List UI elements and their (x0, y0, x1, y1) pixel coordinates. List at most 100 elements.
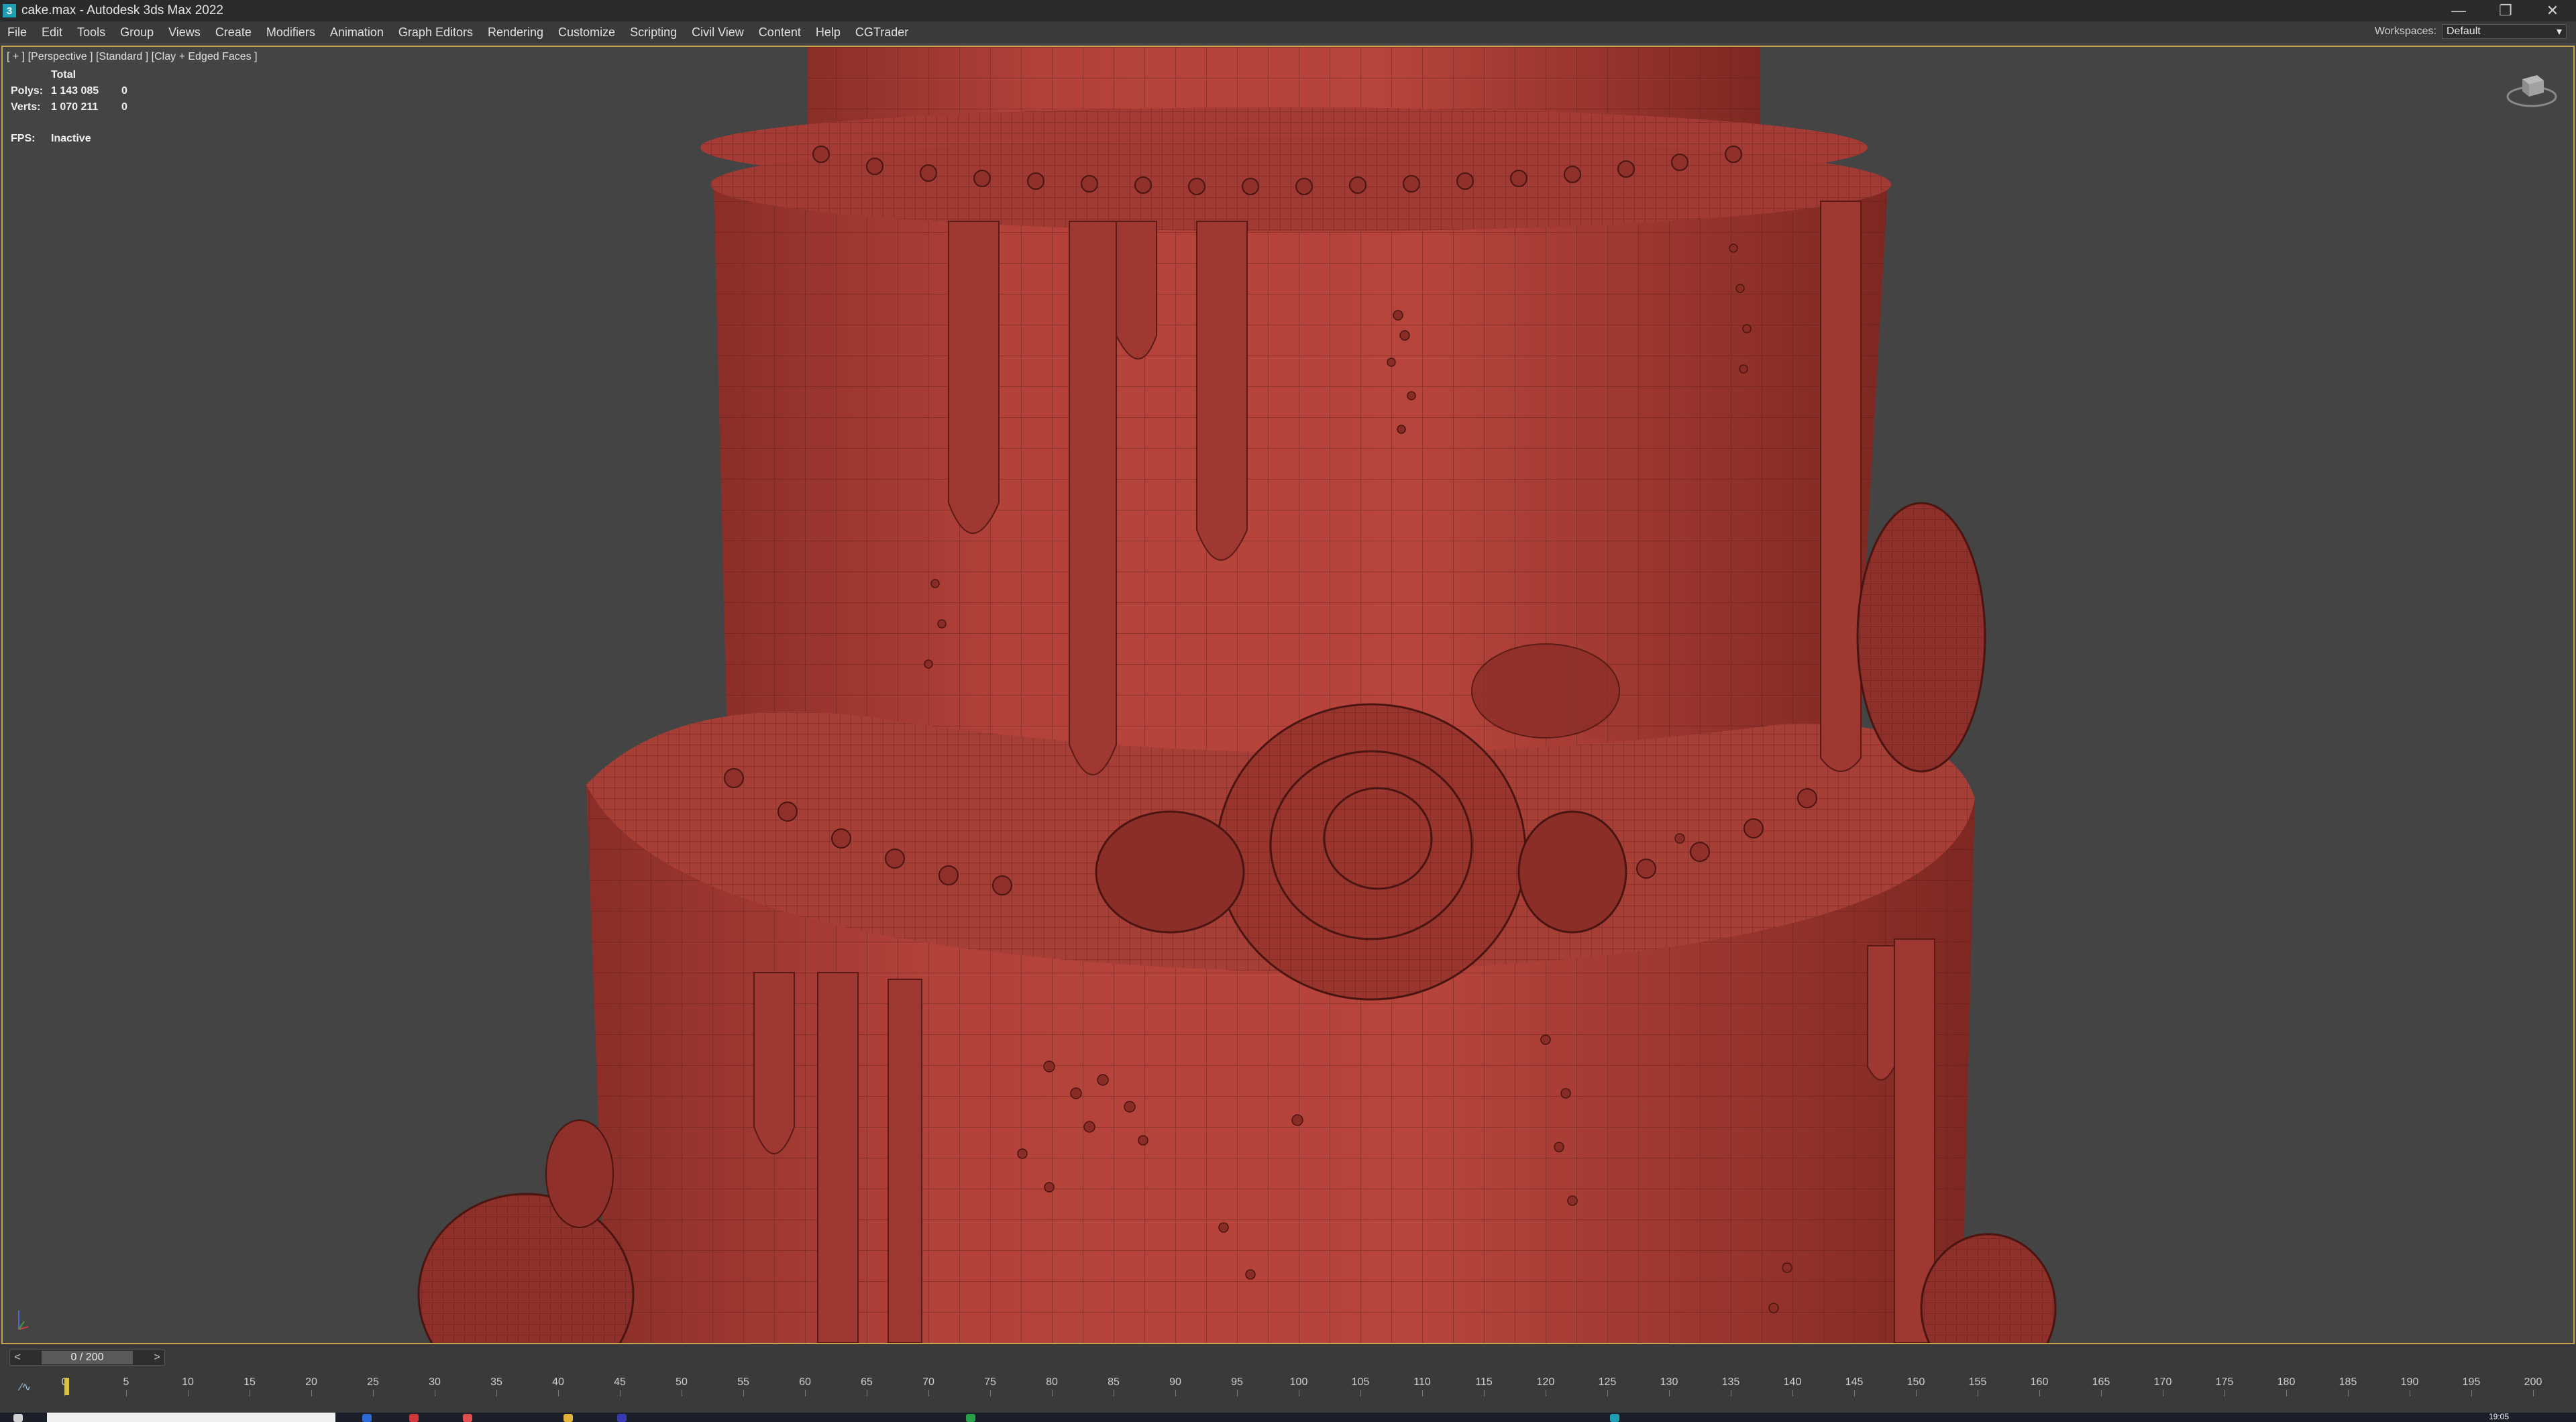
taskbar-app-icon[interactable] (463, 1414, 472, 1422)
time-slider-thumb[interactable]: 0 / 200 (42, 1351, 133, 1364)
frame-tick (2224, 1390, 2225, 1397)
window-title: cake.max - Autodesk 3ds Max 2022 (21, 3, 223, 17)
verts-value: 1 070 211 (51, 101, 99, 113)
rose-decoration-right (1856, 502, 1986, 773)
taskbar-app-icon[interactable] (966, 1414, 975, 1422)
menu-civil-view[interactable]: Civil View (684, 25, 751, 40)
frame-tick-label: 75 (984, 1376, 996, 1388)
menu-rendering[interactable]: Rendering (480, 25, 551, 40)
frame-tick (1360, 1390, 1361, 1397)
frame-tick (1237, 1390, 1238, 1397)
frame-tick-label: 180 (2277, 1376, 2296, 1388)
polys-value: 1 143 085 (51, 85, 99, 97)
stats-verts-row: Verts: 1 070 211 0 (11, 99, 127, 115)
frame-tick-label: 195 (2462, 1376, 2481, 1388)
frame-tick-label: 5 (123, 1376, 129, 1388)
menu-group[interactable]: Group (113, 25, 161, 40)
title-bar: 3 cake.max - Autodesk 3ds Max 2022 — ❐ ✕ (0, 0, 2576, 21)
frame-tick-label: 155 (1968, 1376, 1987, 1388)
perspective-viewport[interactable]: [ + ] [Perspective ] [Standard ] [Clay +… (1, 46, 2575, 1344)
minimize-button[interactable]: — (2435, 0, 2482, 21)
frame-tick-label: 80 (1046, 1376, 1058, 1388)
frame-tick (2101, 1390, 2102, 1397)
frame-tick-label: 150 (1907, 1376, 1925, 1388)
next-frame-button[interactable]: > (150, 1352, 164, 1364)
frame-tick-label: 90 (1169, 1376, 1181, 1388)
frame-tick (496, 1390, 497, 1397)
menu-modifiers[interactable]: Modifiers (259, 25, 323, 40)
axis-tripod-icon (18, 1311, 29, 1330)
menu-graph-editors[interactable]: Graph Editors (391, 25, 480, 40)
frame-tick-label: 85 (1108, 1376, 1120, 1388)
frame-tick-label: 170 (2153, 1376, 2172, 1388)
menu-content[interactable]: Content (751, 25, 808, 40)
frame-tick-label: 55 (737, 1376, 749, 1388)
menu-bar: File Edit Tools Group Views Create Modif… (0, 21, 2576, 43)
current-frame-marker[interactable] (64, 1378, 69, 1395)
frame-tick-label: 110 (1413, 1376, 1431, 1388)
viewport-label-menu[interactable]: [ + ] [Perspective ] [Standard ] [Clay +… (7, 51, 258, 63)
frame-tick-label: 125 (1598, 1376, 1617, 1388)
frame-tick-label: 185 (2339, 1376, 2357, 1388)
frame-tick (126, 1390, 127, 1397)
frame-ruler[interactable]: 0510152025303540455055606570758085909510… (62, 1374, 2542, 1401)
3dsmax-app-icon[interactable]: 3 (3, 4, 16, 17)
frame-tick (743, 1390, 744, 1397)
frame-tick (620, 1390, 621, 1397)
frame-tick-label: 25 (367, 1376, 379, 1388)
menu-scripting[interactable]: Scripting (623, 25, 684, 40)
frame-tick (1854, 1390, 1855, 1397)
viewcube-icon[interactable] (2505, 67, 2559, 114)
windows-taskbar: 19:05 (0, 1413, 2576, 1422)
taskbar-app-icon[interactable] (564, 1414, 573, 1422)
menu-cgtrader[interactable]: CGTrader (848, 25, 916, 40)
frame-tick-label: 45 (614, 1376, 626, 1388)
cake-model-render[interactable] (3, 47, 2573, 1343)
time-slider[interactable]: < 0 / 200 > (9, 1350, 165, 1366)
menu-customize[interactable]: Customize (551, 25, 623, 40)
taskbar-3dsmax-icon[interactable] (1610, 1414, 1619, 1422)
frame-tick (558, 1390, 559, 1397)
prev-frame-button[interactable]: < (10, 1352, 25, 1364)
frame-tick-label: 30 (429, 1376, 441, 1388)
frame-tick (805, 1390, 806, 1397)
menu-tools[interactable]: Tools (70, 25, 113, 40)
frame-tick-label: 20 (305, 1376, 317, 1388)
verts-selected: 0 (121, 101, 127, 113)
taskbar-search-box[interactable] (47, 1413, 335, 1422)
restore-button[interactable]: ❐ (2482, 0, 2529, 21)
frame-tick (2039, 1390, 2040, 1397)
taskbar-app-icon[interactable] (617, 1414, 627, 1422)
start-icon[interactable] (13, 1414, 23, 1422)
frame-tick-label: 190 (2400, 1376, 2419, 1388)
workspaces-dropdown[interactable]: Default ▾ (2442, 24, 2567, 39)
menu-help[interactable]: Help (808, 25, 848, 40)
menu-views[interactable]: Views (161, 25, 208, 40)
taskbar-app-icon[interactable] (409, 1414, 419, 1422)
frame-tick (1792, 1390, 1793, 1397)
fps-label: FPS: (11, 133, 36, 144)
key-filter-icon[interactable]: ⁄∿ (20, 1380, 31, 1394)
frame-tick (311, 1390, 312, 1397)
frame-tick (990, 1390, 991, 1397)
workspaces-value: Default (2447, 25, 2481, 37)
taskbar-app-icon[interactable] (362, 1414, 372, 1422)
frame-tick (1484, 1390, 1485, 1397)
frame-tick-label: 115 (1475, 1376, 1493, 1388)
menu-file[interactable]: File (0, 25, 34, 40)
frame-tick-label: 15 (244, 1376, 256, 1388)
frame-tick (1916, 1390, 1917, 1397)
frame-tick (373, 1390, 374, 1397)
menu-animation[interactable]: Animation (323, 25, 391, 40)
close-button[interactable]: ✕ (2529, 0, 2576, 21)
workspaces-control: Workspaces: Default ▾ (2375, 24, 2567, 39)
stats-header: Total (51, 69, 76, 80)
track-bar[interactable]: ⁄∿ 0510152025303540455055606570758085909… (0, 1374, 2576, 1401)
frame-tick (1607, 1390, 1608, 1397)
menu-edit[interactable]: Edit (34, 25, 70, 40)
frame-tick-label: 70 (922, 1376, 934, 1388)
menu-create[interactable]: Create (208, 25, 259, 40)
timeline-panel: < 0 / 200 > ⁄∿ 0510152025303540455055606… (0, 1344, 2576, 1413)
frame-tick-label: 35 (490, 1376, 502, 1388)
frame-tick-label: 145 (1845, 1376, 1864, 1388)
